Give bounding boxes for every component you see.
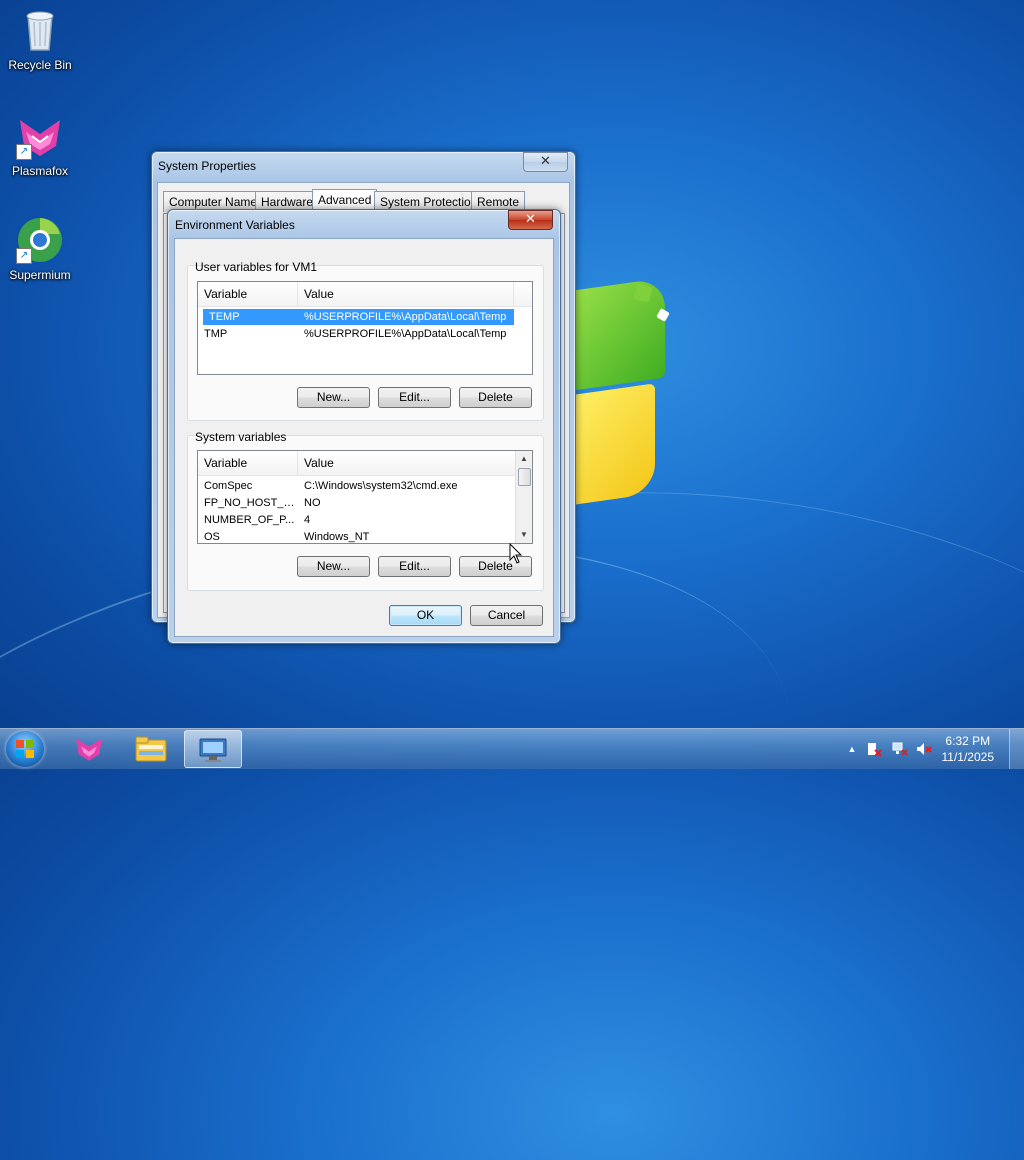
show-hidden-icons-button[interactable]: ▲: [844, 741, 860, 757]
scroll-down-arrow-icon[interactable]: ▼: [516, 527, 532, 543]
column-header-value[interactable]: Value: [298, 282, 514, 306]
environment-variables-dialog[interactable]: Environment Variables ✕ User variables f…: [167, 209, 561, 644]
shortcut-arrow-icon: ↗: [16, 144, 32, 160]
system-edit-button[interactable]: Edit...: [378, 556, 451, 577]
windows-logo-wallpaper: [560, 277, 680, 515]
column-header-variable[interactable]: Variable: [198, 451, 298, 475]
user-variables-label: User variables for VM1: [195, 260, 318, 274]
list-item-selected[interactable]: TEMP %USERPROFILE%\AppData\Local\Temp: [203, 309, 514, 325]
column-header-value[interactable]: Value: [298, 451, 516, 475]
variable-value: Windows_NT: [304, 531, 370, 543]
close-button[interactable]: ✕: [523, 152, 568, 172]
dialog-title: Environment Variables: [175, 218, 295, 232]
variable-name: TMP: [204, 328, 228, 340]
desktop-icon-label: Recycle Bin: [8, 58, 72, 72]
column-header-variable[interactable]: Variable: [198, 282, 298, 306]
taskbar-system-properties-button[interactable]: [184, 730, 242, 768]
list-item[interactable]: OS Windows_NT: [198, 529, 516, 543]
system-properties-icon: [199, 738, 227, 762]
variable-name: FP_NO_HOST_C...: [204, 497, 298, 509]
desktop-icon-plasmafox[interactable]: ↗ Plasmafox: [0, 112, 80, 178]
system-clock[interactable]: 6:32 PM 11/1/2025: [942, 733, 995, 765]
list-item[interactable]: TMP %USERPROFILE%\AppData\Local\Temp: [198, 326, 528, 342]
system-variables-label: System variables: [195, 430, 287, 444]
recycle-bin-icon: [16, 6, 64, 54]
ok-button[interactable]: OK: [389, 605, 462, 626]
system-new-button[interactable]: New...: [297, 556, 370, 577]
variable-name: OS: [204, 531, 220, 543]
windows-start-icon[interactable]: [6, 731, 44, 767]
shortcut-arrow-icon: ↗: [16, 248, 32, 264]
window-title: System Properties: [158, 159, 257, 173]
variable-value: %USERPROFILE%\AppData\Local\Temp: [304, 311, 507, 323]
supermium-icon: ↗: [16, 216, 64, 264]
plasmafox-icon: [76, 738, 102, 761]
dialog-client: User variables for VM1 Variable Value TE…: [174, 238, 554, 637]
list-header: Variable Value: [198, 451, 516, 476]
volume-muted-icon[interactable]: [916, 741, 932, 757]
desktop-icon-label: Plasmafox: [11, 164, 69, 178]
list-item[interactable]: ComSpec C:\Windows\system32\cmd.exe: [198, 478, 516, 494]
list-item[interactable]: FP_NO_HOST_C... NO: [198, 495, 516, 511]
clock-date: 11/1/2025: [941, 750, 995, 764]
list-item[interactable]: NUMBER_OF_P... 4: [198, 512, 516, 528]
desktop-icon-supermium[interactable]: ↗ Supermium: [0, 216, 80, 282]
taskbar-file-explorer-button[interactable]: [124, 730, 178, 768]
variable-value: NO: [304, 497, 321, 509]
taskbar: ▲ 6:32 PM 11/1/2025: [0, 728, 1024, 769]
network-icon[interactable]: [892, 741, 908, 757]
close-button[interactable]: ✕: [508, 210, 553, 230]
desktop-icon-label: Supermium: [9, 268, 71, 282]
clock-time: 6:32 PM: [945, 734, 991, 748]
variable-value: 4: [304, 514, 311, 526]
cancel-button[interactable]: Cancel: [470, 605, 543, 626]
user-new-button[interactable]: New...: [297, 387, 370, 408]
user-variables-list[interactable]: Variable Value TEMP %USERPROFILE%\AppDat…: [197, 281, 533, 375]
taskbar-plasmafox-button[interactable]: [62, 730, 116, 768]
variable-name: TEMP: [209, 311, 240, 323]
system-variables-list[interactable]: Variable Value ComSpec C:\Windows\system…: [197, 450, 533, 544]
variable-value: C:\Windows\system32\cmd.exe: [304, 480, 458, 492]
variable-value: %USERPROFILE%\AppData\Local\Temp: [304, 328, 507, 340]
scroll-up-arrow-icon[interactable]: ▲: [516, 451, 532, 467]
vertical-scrollbar[interactable]: ▲ ▼: [515, 451, 532, 543]
user-delete-button[interactable]: Delete: [459, 387, 532, 408]
scroll-thumb[interactable]: [518, 468, 531, 486]
action-center-icon[interactable]: [866, 741, 882, 757]
plasmafox-icon: ↗: [16, 112, 64, 160]
user-edit-button[interactable]: Edit...: [378, 387, 451, 408]
variable-name: ComSpec: [204, 480, 253, 492]
variable-name: NUMBER_OF_P...: [204, 514, 295, 526]
list-header: Variable Value: [198, 282, 532, 307]
show-desktop-button[interactable]: [1009, 729, 1024, 769]
desktop-icon-recycle-bin[interactable]: Recycle Bin: [0, 6, 80, 72]
file-explorer-icon: [135, 736, 167, 762]
mouse-cursor-icon: [509, 542, 523, 568]
